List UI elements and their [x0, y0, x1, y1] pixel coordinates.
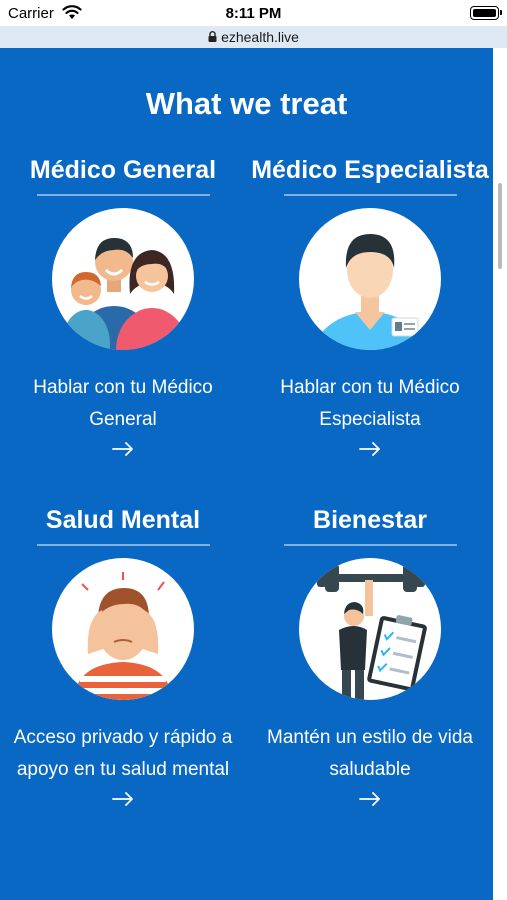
family-illustration	[52, 208, 194, 350]
clock: 8:11 PM	[225, 5, 282, 22]
section-title: What we treat	[145, 86, 348, 121]
arrow-right-icon[interactable]	[112, 792, 134, 806]
status-bar: Carrier 8:11 PM	[0, 0, 507, 26]
title-divider	[36, 194, 210, 196]
url-text: ezhealth.live	[221, 29, 299, 45]
card-description: Hablar con tu Médico General	[33, 377, 213, 430]
lock-icon	[208, 26, 217, 48]
battery-icon	[470, 6, 502, 20]
title-divider	[36, 544, 210, 546]
title-divider	[283, 194, 457, 196]
service-card-medico-especialista[interactable]: Médico Especialista Hablar con tu Médico…	[247, 154, 493, 456]
card-title: Médico Especialista	[251, 156, 489, 184]
arrow-right-icon[interactable]	[359, 442, 381, 456]
fitness-checklist-illustration	[299, 558, 441, 700]
title-divider	[283, 544, 457, 546]
arrow-right-icon[interactable]	[359, 792, 381, 806]
arrow-right-icon[interactable]	[112, 442, 134, 456]
scrollbar[interactable]	[493, 48, 507, 900]
service-card-bienestar[interactable]: Bienestar Mantén un estilo de vida salud…	[247, 504, 493, 806]
card-description: Mantén un estilo de vida saludable	[267, 727, 473, 780]
card-title: Salud Mental	[45, 506, 201, 534]
service-card-salud-mental[interactable]: Salud Mental Acceso privado y rápido a a…	[0, 504, 246, 806]
service-card-medico-general[interactable]: Médico General Hablar con tu Médico Gene…	[0, 154, 246, 456]
stressed-person-illustration	[52, 558, 194, 700]
card-title: Médico General	[29, 156, 217, 184]
card-description: Hablar con tu Médico Especialista	[280, 377, 460, 430]
doctor-illustration	[299, 208, 441, 350]
scrollbar-thumb[interactable]	[498, 183, 502, 269]
card-description: Acceso privado y rápido a apoyo en tu sa…	[13, 727, 233, 780]
card-title: Bienestar	[313, 506, 427, 534]
page-content: What we treat Médico General Hablar con …	[0, 48, 493, 900]
address-bar[interactable]: ezhealth.live	[0, 26, 507, 48]
